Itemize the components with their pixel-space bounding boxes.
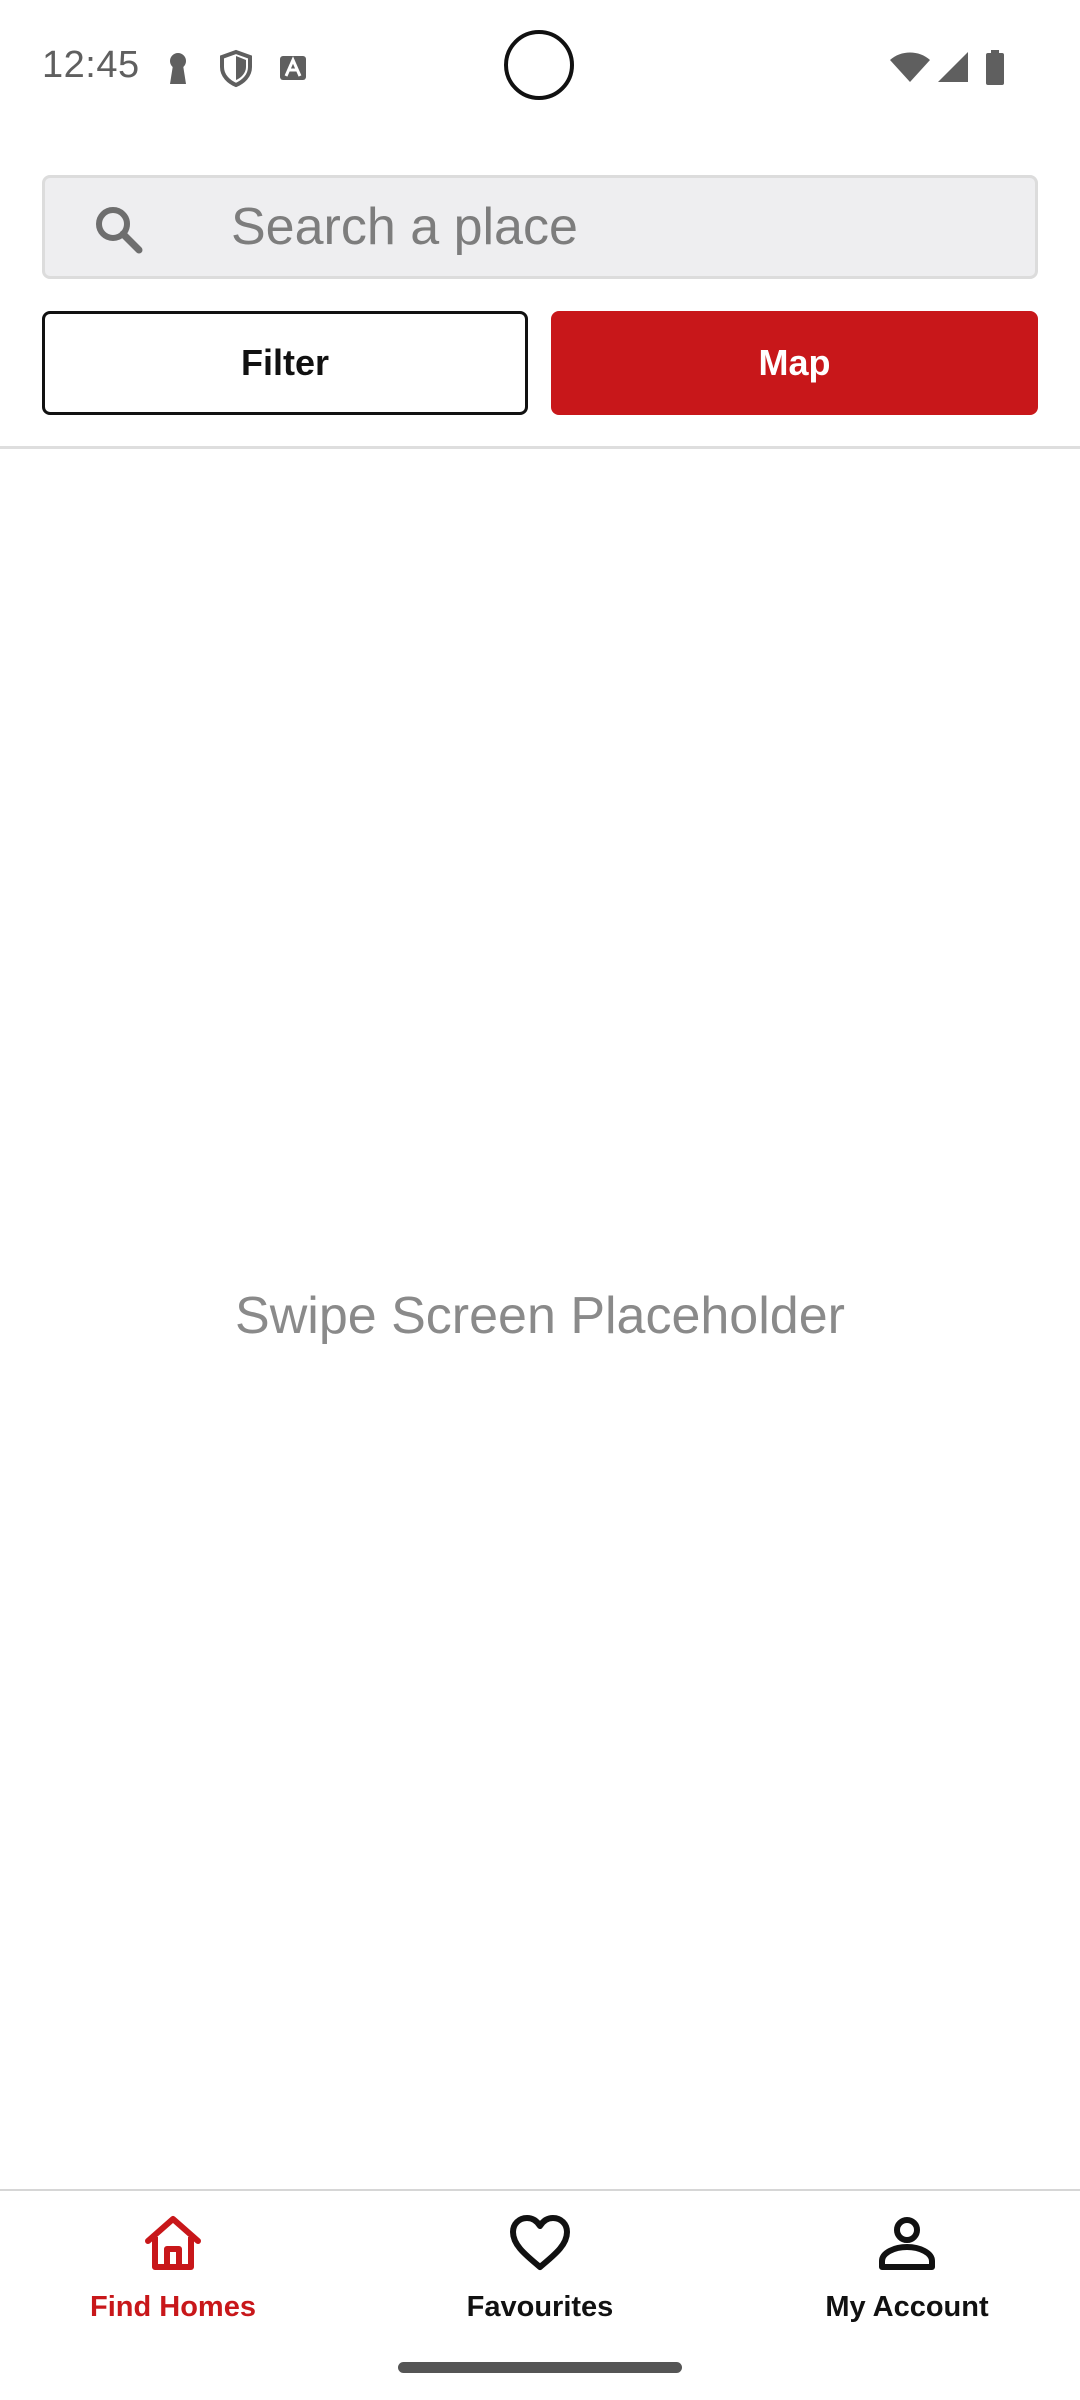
nav-label-favourites: Favourites: [466, 2291, 614, 2323]
search-input[interactable]: [231, 178, 1011, 276]
search-box[interactable]: [42, 175, 1038, 279]
status-time: 12:45: [42, 44, 140, 86]
nav-item-find-homes[interactable]: Find Homes: [23, 2211, 323, 2341]
nav-label-my-account: My Account: [825, 2291, 989, 2323]
home-icon: [145, 2216, 201, 2270]
camera-cutout: [504, 30, 574, 100]
heart-icon: [510, 2215, 570, 2270]
search-icon: [96, 207, 143, 254]
status-bar: 12:45: [0, 0, 1080, 134]
divider: [0, 446, 1080, 449]
screen: 12:45 Filter: [0, 0, 1080, 2400]
swipe-placeholder-text: Swipe Screen Placeholder: [235, 1287, 845, 1345]
battery-icon: [986, 50, 1004, 85]
nav-item-my-account[interactable]: My Account: [757, 2211, 1057, 2341]
map-button[interactable]: Map: [551, 311, 1038, 415]
text-a-icon: [280, 56, 306, 80]
nav-item-favourites[interactable]: Favourites: [390, 2211, 690, 2341]
nav-label-find-homes: Find Homes: [90, 2291, 256, 2323]
wifi-icon: [890, 52, 930, 82]
keyhole-icon: [170, 53, 186, 84]
person-icon: [879, 2217, 935, 2270]
home-indicator[interactable]: [398, 2362, 682, 2373]
filter-button[interactable]: Filter: [42, 311, 528, 415]
shield-icon: [220, 49, 252, 88]
signal-icon: [938, 52, 968, 82]
